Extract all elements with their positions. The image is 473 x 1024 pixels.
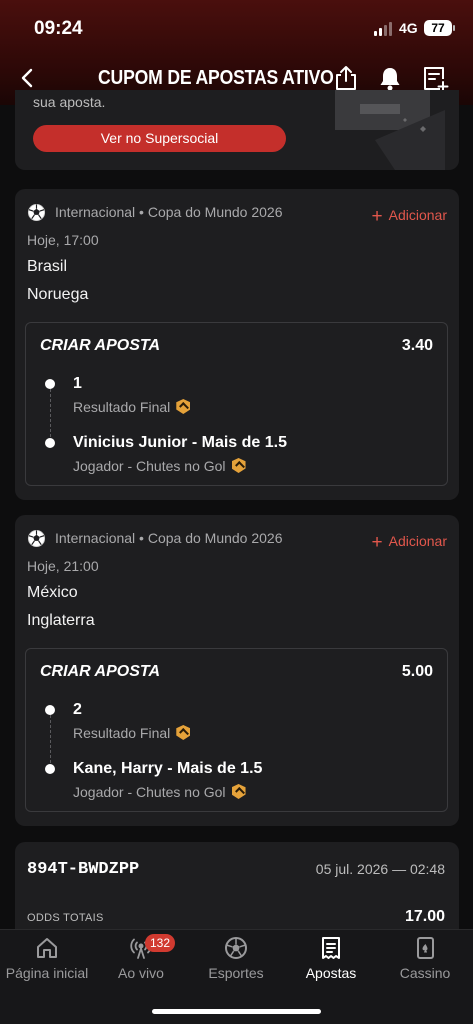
match-card: Internacional • Copa do Mundo 2026 + Adic… xyxy=(15,189,459,500)
match-card: Internacional • Copa do Mundo 2026 + Adic… xyxy=(15,515,459,826)
add-button[interactable]: + Adicionar xyxy=(371,530,447,553)
promo-card: sua aposta. Ver no Supersocial xyxy=(15,90,459,170)
match-header: Internacional • Copa do Mundo 2026 + Adic… xyxy=(27,203,447,227)
home-icon xyxy=(37,938,57,958)
leg-connector xyxy=(50,710,51,768)
add-label: Adicionar xyxy=(388,533,447,549)
total-odds-value: 17.00 xyxy=(404,908,445,925)
back-icon[interactable] xyxy=(16,64,40,92)
home-indicator xyxy=(152,1009,321,1014)
bet-builder-box: CRIAR APOSTA 3.40 1 Resultado Final Vini… xyxy=(25,322,448,486)
signal-icon xyxy=(374,22,394,36)
leg-market: Resultado Final xyxy=(73,725,191,741)
away-team: Inglaterra xyxy=(27,612,95,629)
plus-icon: + xyxy=(371,206,383,227)
live-count-badge: 132 xyxy=(145,934,176,952)
tab-casino[interactable]: Cassino xyxy=(378,930,472,990)
status-time: 09:24 xyxy=(34,18,83,39)
add-note-icon[interactable] xyxy=(421,64,449,92)
leg-bullet xyxy=(45,379,55,389)
leg-market-label: Jogador - Chutes no Gol xyxy=(73,458,226,474)
status-bar: 09:24 4G 77 xyxy=(0,18,473,42)
bet-builder-title: CRIAR APOSTA xyxy=(40,337,160,354)
betslip-icon xyxy=(322,937,340,959)
bell-icon[interactable] xyxy=(376,64,404,92)
supersocial-button[interactable]: Ver no Supersocial xyxy=(33,125,286,152)
leg-market: Jogador - Chutes no Gol xyxy=(73,458,246,474)
leg-market: Resultado Final xyxy=(73,399,191,415)
battery-tip xyxy=(453,25,455,31)
match-header: Internacional • Copa do Mundo 2026 + Adic… xyxy=(27,529,447,553)
away-team: Noruega xyxy=(27,286,89,303)
leg-bullet xyxy=(45,705,55,715)
bet-builder-box: CRIAR APOSTA 5.00 2 Resultado Final Kane… xyxy=(25,648,448,812)
betslip-date: 05 jul. 2026 — 02:48 xyxy=(315,861,445,877)
tab-label: Ao vivo xyxy=(118,965,164,981)
kickoff-time: Hoje, 21:00 xyxy=(27,558,99,574)
betslip-code: 894T-BWDZPP xyxy=(27,860,140,879)
tab-home[interactable]: Página inicial xyxy=(0,930,94,990)
leg-selection: 1 xyxy=(73,375,82,392)
tab-live[interactable]: 132 Ao vivo xyxy=(94,930,188,990)
tab-sports[interactable]: Esportes xyxy=(189,930,283,990)
soccer-ball-icon xyxy=(27,529,46,548)
battery-icon: 77 xyxy=(424,20,452,36)
leg-market: Jogador - Chutes no Gol xyxy=(73,784,246,800)
tab-label: Apostas xyxy=(305,965,357,981)
boost-badge-icon xyxy=(176,399,191,414)
boost-badge-icon xyxy=(176,725,191,740)
promo-text: sua aposta. xyxy=(33,94,106,110)
leg-market-label: Jogador - Chutes no Gol xyxy=(73,784,226,800)
boost-badge-icon xyxy=(231,458,246,473)
kickoff-time: Hoje, 17:00 xyxy=(27,232,99,248)
bet-builder-title: CRIAR APOSTA xyxy=(40,663,160,680)
leg-selection: Vinicius Junior - Mais de 1.5 xyxy=(73,434,287,451)
tab-label: Esportes xyxy=(208,965,264,981)
total-odds-label: ODDS TOTAIS xyxy=(27,912,104,924)
soccer-ball-icon xyxy=(27,203,46,222)
leg-bullet xyxy=(45,438,55,448)
leg-market-label: Resultado Final xyxy=(73,725,171,741)
tab-bets[interactable]: Apostas xyxy=(284,930,378,990)
leg-connector xyxy=(50,384,51,442)
share-icon[interactable] xyxy=(332,64,360,92)
bet-odd: 3.40 xyxy=(401,337,433,354)
league-label: Internacional • Copa do Mundo 2026 xyxy=(55,204,283,220)
league-label: Internacional • Copa do Mundo 2026 xyxy=(55,530,283,546)
home-team: México xyxy=(27,584,78,601)
leg-market-label: Resultado Final xyxy=(73,399,171,415)
leg-selection: 2 xyxy=(73,701,82,718)
tab-label: Página inicial xyxy=(5,965,89,981)
home-team: Brasil xyxy=(27,258,68,275)
bet-odd: 5.00 xyxy=(401,663,433,680)
boost-badge-icon xyxy=(231,784,246,799)
network-label: 4G xyxy=(399,20,418,36)
leg-selection: Kane, Harry - Mais de 1.5 xyxy=(73,760,263,777)
page-title: CUPOM DE APOSTAS ATIVO xyxy=(98,67,334,89)
leg-bullet xyxy=(45,764,55,774)
tab-label: Cassino xyxy=(399,965,451,981)
add-button[interactable]: + Adicionar xyxy=(371,204,447,227)
add-label: Adicionar xyxy=(388,207,447,223)
soccer-ball-icon xyxy=(225,937,247,959)
cards-icon xyxy=(417,937,434,959)
promo-illustration-icon xyxy=(335,90,445,170)
plus-icon: + xyxy=(371,532,383,553)
